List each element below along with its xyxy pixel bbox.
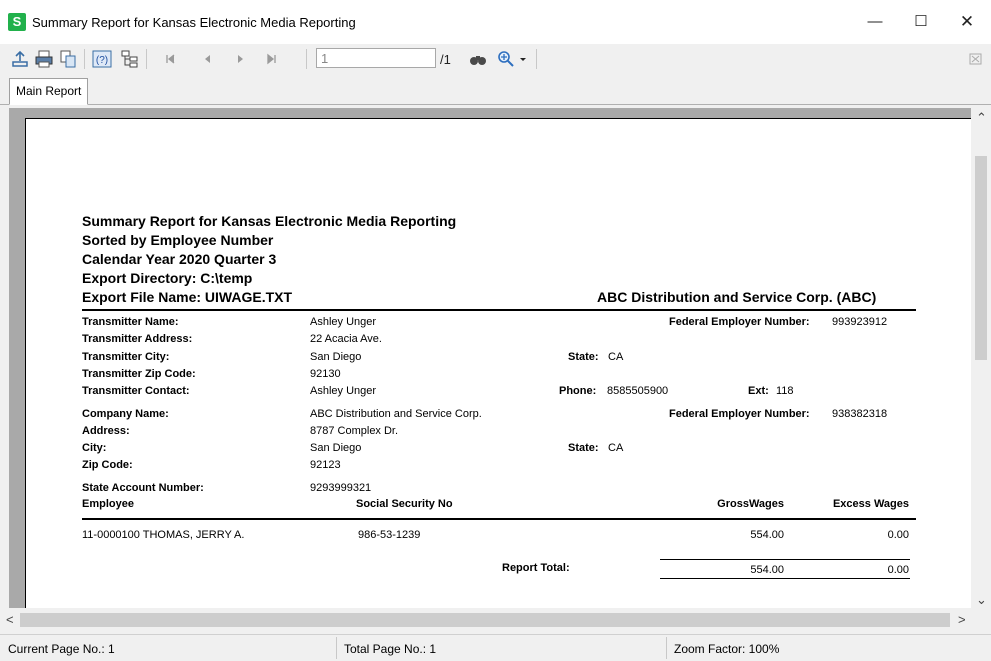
total-underline	[660, 578, 910, 579]
column-header-divider	[82, 518, 916, 520]
tab-main-report[interactable]: Main Report	[9, 78, 89, 105]
transmitter-zip-label: Transmitter Zip Code:	[82, 368, 196, 380]
minimize-button[interactable]: —	[852, 0, 898, 44]
first-page-icon[interactable]	[160, 49, 180, 69]
transmitter-fein: 993923912	[832, 316, 888, 328]
company-name: ABC Distribution and Service Corp.	[310, 408, 482, 420]
transmitter-phone: 8585505900	[607, 385, 669, 397]
company-zip-label: Zip Code:	[82, 459, 133, 471]
close-button[interactable]: ✕	[944, 0, 990, 44]
company-header: ABC Distribution and Service Corp. (ABC)	[597, 289, 877, 305]
copy-icon[interactable]	[58, 49, 78, 69]
transmitter-city-label: Transmitter City:	[82, 351, 170, 363]
page-total-label: /1	[440, 52, 451, 67]
zoom-icon[interactable]	[496, 49, 516, 69]
status-zoom-factor: Zoom Factor: 100%	[674, 642, 780, 656]
horizontal-scroll-thumb[interactable]	[20, 613, 950, 627]
transmitter-ext-label: Ext:	[748, 385, 769, 397]
state-account-label: State Account Number:	[82, 482, 204, 494]
last-page-icon[interactable]	[262, 49, 282, 69]
vertical-scroll-thumb[interactable]	[975, 156, 987, 360]
row-ssn: 986-53-1239	[358, 529, 421, 541]
transmitter-address-label: Transmitter Address:	[82, 333, 193, 345]
next-page-icon[interactable]	[230, 49, 250, 69]
state-account-number: 9293999321	[310, 482, 372, 494]
column-header-gross-wages: GrossWages	[717, 498, 784, 510]
row-gross-wages: 554.00	[750, 529, 784, 541]
tab-strip: Main Report	[0, 74, 991, 105]
page-number-input[interactable]	[316, 48, 436, 68]
status-bar: Current Page No.: 1 Total Page No.: 1 Zo…	[0, 634, 991, 661]
transmitter-fein-label: Federal Employer Number:	[669, 316, 810, 328]
company-city: San Diego	[310, 442, 362, 454]
transmitter-name: Ashley Unger	[310, 316, 377, 328]
company-name-label: Company Name:	[82, 408, 169, 420]
status-total-page: Total Page No.: 1	[344, 642, 437, 656]
scroll-down-icon[interactable]: ⌄	[976, 592, 987, 608]
column-header-employee: Employee	[82, 498, 134, 510]
row-excess-wages: 0.00	[887, 529, 909, 541]
transmitter-name-label: Transmitter Name:	[82, 316, 179, 328]
report-total-label: Report Total:	[502, 562, 570, 574]
row-employee: 11-0000100 THOMAS, JERRY A.	[82, 529, 245, 541]
header-divider	[82, 309, 916, 311]
transmitter-contact-label: Transmitter Contact:	[82, 385, 190, 397]
column-header-excess-wages: Excess Wages	[832, 498, 909, 510]
scroll-up-icon[interactable]: ⌃	[976, 110, 987, 126]
company-state: CA	[608, 442, 624, 454]
company-zip: 92123	[310, 459, 341, 471]
report-page: Summary Report for Kansas Electronic Med…	[25, 118, 971, 608]
print-icon[interactable]	[34, 49, 54, 69]
company-state-label: State:	[568, 442, 599, 454]
transmitter-phone-label: Phone:	[559, 385, 597, 397]
transmitter-address: 22 Acacia Ave.	[310, 333, 382, 345]
help-icon[interactable]: (?)	[92, 49, 112, 69]
search-icon[interactable]	[468, 49, 488, 69]
toolbar-separator	[84, 49, 85, 69]
app-icon: S	[8, 13, 26, 31]
transmitter-state-label: State:	[568, 351, 599, 363]
maximize-button[interactable]: ☐	[898, 0, 944, 44]
scroll-left-icon[interactable]: <	[6, 612, 14, 627]
transmitter-ext: 118	[776, 385, 794, 397]
window-title: Summary Report for Kansas Electronic Med…	[32, 15, 356, 30]
status-divider	[666, 637, 667, 659]
scroll-right-icon[interactable]: >	[958, 612, 966, 627]
report-subtitle-sort: Sorted by Employee Number	[82, 232, 274, 248]
group-tree-icon[interactable]	[120, 49, 140, 69]
horizontal-scrollbar[interactable]: < >	[0, 608, 991, 632]
prev-page-icon[interactable]	[198, 49, 218, 69]
company-city-label: City:	[82, 442, 107, 454]
report-export-directory: Export Directory: C:\temp	[82, 270, 253, 286]
toolbar-separator	[306, 49, 307, 69]
status-current-page: Current Page No.: 1	[8, 642, 115, 656]
chevron-down-icon[interactable]	[516, 49, 536, 69]
export-icon[interactable]	[10, 49, 30, 69]
toolbar-separator	[536, 49, 537, 69]
company-fein-label: Federal Employer Number:	[669, 408, 810, 420]
toolbar: (?) /1	[0, 44, 991, 74]
vertical-scrollbar[interactable]: ⌃ ⌄	[971, 108, 991, 608]
company-address: 8787 Complex Dr.	[310, 425, 399, 437]
transmitter-city: San Diego	[310, 351, 362, 363]
company-address-label: Address:	[82, 425, 130, 437]
status-divider	[336, 637, 337, 659]
report-total-gross: 554.00	[750, 564, 784, 576]
report-export-file: Export File Name: UIWAGE.TXT	[82, 289, 293, 305]
close-view-icon[interactable]	[966, 49, 986, 69]
report-title: Summary Report for Kansas Electronic Med…	[82, 213, 457, 229]
transmitter-state: CA	[608, 351, 624, 363]
report-subtitle-period: Calendar Year 2020 Quarter 3	[82, 251, 277, 267]
toolbar-separator	[146, 49, 147, 69]
total-divider	[660, 559, 910, 560]
column-header-ssn: Social Security No	[356, 498, 453, 510]
report-total-excess: 0.00	[887, 564, 909, 576]
svg-text:(?): (?)	[96, 55, 108, 66]
transmitter-contact: Ashley Unger	[310, 385, 377, 397]
company-fein: 938382318	[832, 408, 888, 420]
report-viewer[interactable]: Summary Report for Kansas Electronic Med…	[9, 108, 971, 608]
transmitter-zip: 92130	[310, 368, 341, 380]
title-bar: S Summary Report for Kansas Electronic M…	[0, 0, 991, 44]
